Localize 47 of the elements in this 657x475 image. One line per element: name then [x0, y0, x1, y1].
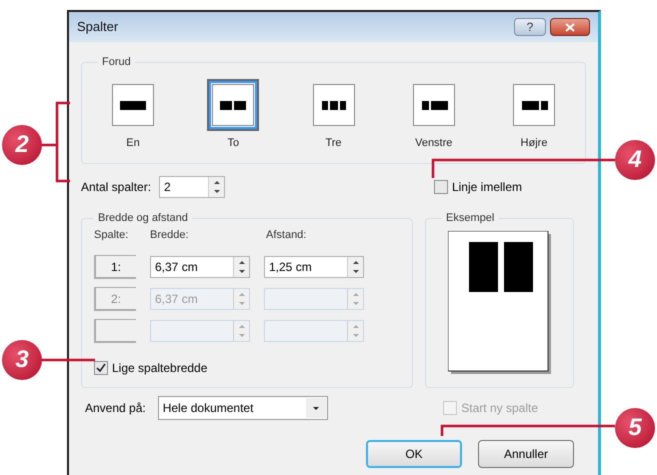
- group-label: Eksempel: [445, 211, 496, 226]
- close-icon: [565, 22, 575, 32]
- spin-arrows-icon[interactable]: [208, 177, 224, 197]
- callout-badge: 4: [615, 140, 655, 180]
- checkbox-label: Start ny spalte: [461, 400, 538, 416]
- column-header: Afstand:: [266, 228, 306, 242]
- column-number-cell: 1:: [94, 255, 136, 279]
- column-layout-icon: [513, 84, 555, 126]
- column-layout-icon: [312, 84, 354, 126]
- column-layout-icon: [212, 84, 254, 126]
- apply-to-dropdown[interactable]: Hele dokumentet: [158, 396, 328, 420]
- column-count-field[interactable]: 2: [159, 176, 226, 198]
- checkbox-label: Lige spaltebredde: [112, 360, 208, 377]
- width-field[interactable]: 6,37 cm: [150, 256, 250, 278]
- close-button[interactable]: [550, 18, 590, 36]
- window-title: Spalter: [77, 18, 120, 36]
- column-layout-icon: [412, 84, 455, 126]
- leader-line: [40, 358, 95, 362]
- spin-arrows-icon[interactable]: [233, 257, 249, 277]
- column-header: Spalte:: [94, 228, 130, 242]
- preset-label: To: [227, 136, 240, 150]
- preset-label: Tre: [325, 136, 342, 150]
- field-label: Anvend på:: [85, 400, 146, 416]
- preset-label: Venstre: [415, 136, 452, 150]
- field-label: Antal spalter:: [81, 179, 152, 196]
- column-header: Bredde:: [150, 228, 190, 242]
- column-number-cell: [94, 319, 136, 343]
- column-layout-icon: [112, 84, 154, 126]
- spacing-field[interactable]: [264, 320, 364, 342]
- callout-badge: 2: [2, 125, 42, 165]
- preset-label: En: [126, 136, 140, 150]
- line-between-checkbox[interactable]: [434, 180, 448, 194]
- equal-width-checkbox[interactable]: [94, 361, 108, 375]
- column-number-cell: 2:: [94, 287, 136, 311]
- preset-button[interactable]: [207, 78, 260, 130]
- checkbox-label: Linje imellem: [452, 179, 522, 196]
- preset-label: Højre: [520, 136, 548, 150]
- spacing-field[interactable]: [264, 288, 364, 310]
- callout-badge: 5: [615, 408, 655, 448]
- help-button[interactable]: ?: [514, 18, 546, 36]
- cancel-button[interactable]: Annuller: [478, 440, 574, 468]
- spin-arrows-icon[interactable]: [347, 257, 363, 277]
- callout-badge: 3: [2, 340, 42, 380]
- ok-button[interactable]: OK: [366, 440, 462, 468]
- group-label: Forud: [101, 55, 132, 70]
- spacing-field[interactable]: 1,25 cm: [264, 256, 364, 278]
- group-label: Bredde og afstand: [97, 211, 189, 226]
